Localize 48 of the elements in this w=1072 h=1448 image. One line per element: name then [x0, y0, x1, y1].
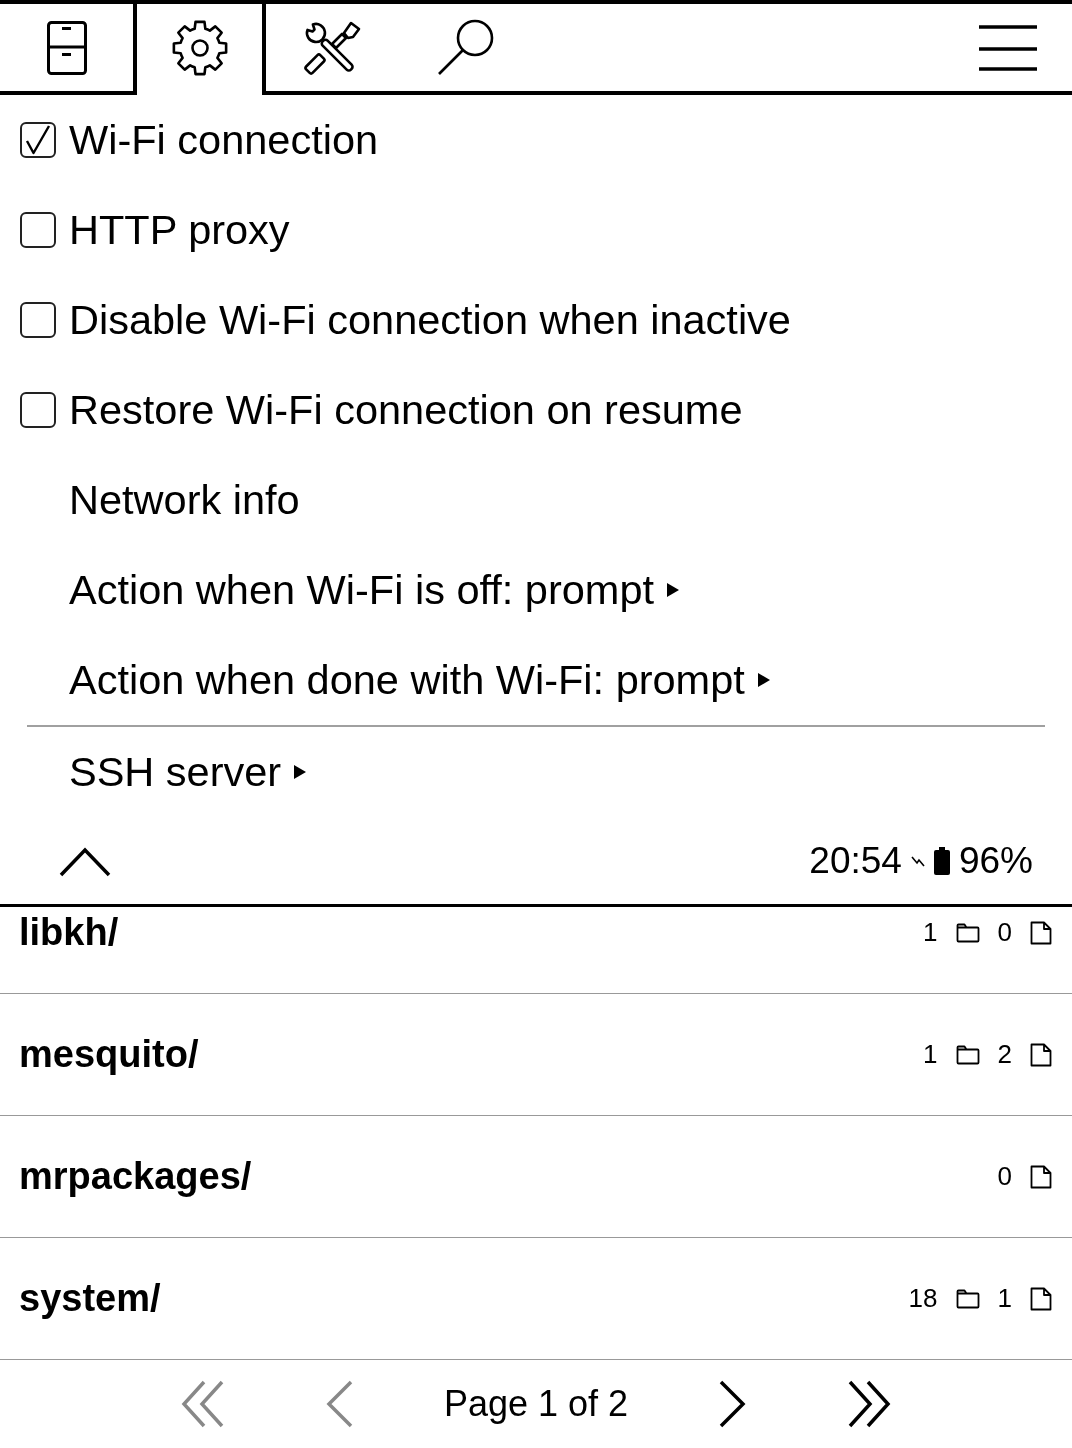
checkbox[interactable] [20, 392, 56, 428]
folder-name[interactable]: mesquito/ [19, 1033, 199, 1076]
folder-count: 1 [923, 1039, 938, 1070]
folder-name[interactable]: system/ [19, 1277, 161, 1320]
menu-button[interactable] [977, 22, 1039, 73]
caret-icon [667, 583, 680, 597]
menu-item[interactable]: Network info [69, 475, 300, 525]
file-count: 1 [997, 1283, 1012, 1314]
battery-icon [933, 846, 950, 875]
folder-count: 1 [923, 917, 938, 948]
double-chevron-right-icon [848, 1380, 892, 1428]
checkbox[interactable] [20, 302, 56, 338]
gear-icon [170, 18, 229, 77]
menu-item[interactable]: Restore Wi-Fi connection on resume [69, 385, 743, 435]
folder-name[interactable]: libkh/ [19, 911, 119, 954]
search-icon [436, 19, 495, 76]
menu-icon [979, 24, 1037, 71]
folder-icon [955, 922, 980, 943]
file-count: 0 [997, 1161, 1012, 1192]
checkbox[interactable] [20, 212, 56, 248]
page-indicator: Page 1 of 2 [443, 1383, 629, 1425]
menu-item[interactable]: Action when Wi-Fi is off: prompt [69, 565, 680, 615]
menu-item[interactable]: Action when done with Wi-Fi: prompt [69, 655, 770, 705]
checkbox[interactable] [20, 122, 56, 158]
folder-count: 18 [908, 1283, 938, 1314]
cabinet-icon [46, 20, 87, 75]
file-count: 0 [997, 917, 1012, 948]
caret-icon [294, 765, 307, 779]
chevron-right-icon [719, 1380, 747, 1428]
menu-item[interactable]: HTTP proxy [69, 205, 290, 255]
file-icon [1030, 1042, 1052, 1067]
tab[interactable] [133, 4, 266, 95]
menu-item[interactable]: SSH server [69, 747, 307, 797]
wrench-screwdriver-icon [302, 19, 363, 76]
folder-name[interactable]: mrpackages/ [19, 1155, 252, 1198]
folder-icon [955, 1044, 980, 1065]
battery-text: 96% [958, 839, 1033, 882]
file-icon [1030, 1286, 1052, 1311]
file-count: 2 [997, 1039, 1012, 1070]
file-icon [1030, 1164, 1052, 1189]
chevron-left-icon [325, 1380, 353, 1428]
caret-icon [757, 673, 770, 687]
menu-item[interactable]: Disable Wi-Fi connection when inactive [69, 295, 791, 345]
file-icon [1030, 920, 1052, 945]
double-chevron-left-icon [180, 1380, 224, 1428]
menu-item[interactable]: Wi-Fi connection [69, 115, 379, 165]
clock-text: 20:54 [809, 839, 902, 882]
folder-icon [955, 1288, 980, 1309]
